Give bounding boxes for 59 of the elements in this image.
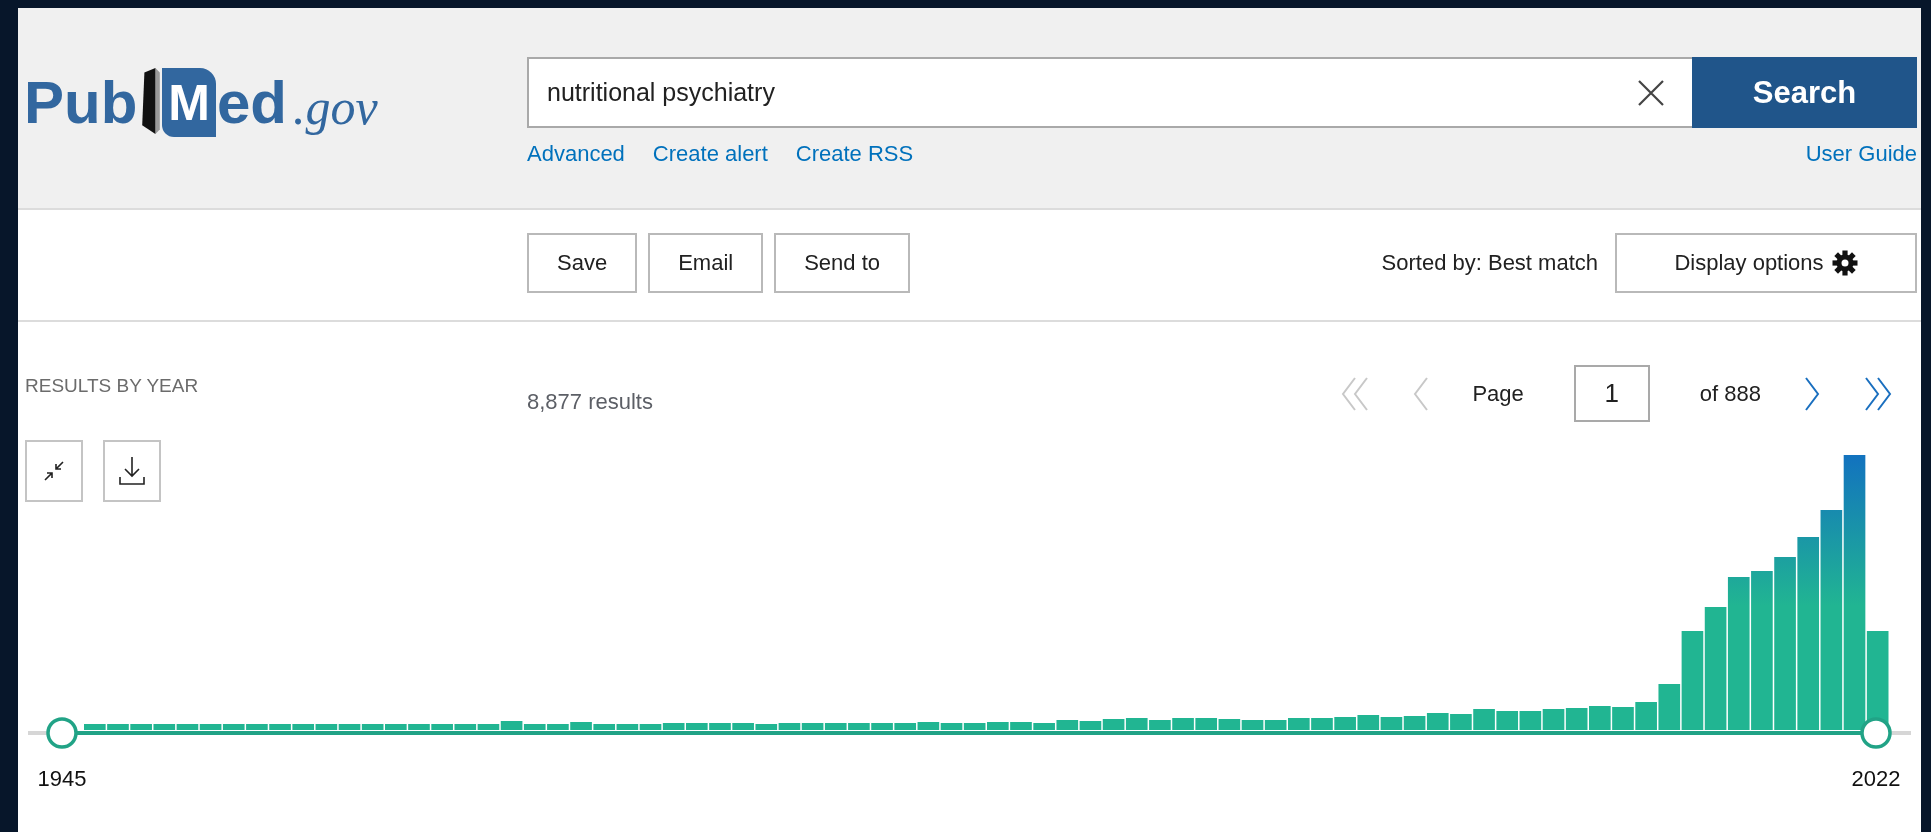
histogram-bar [1264,720,1287,730]
year-label: 2022 [1851,766,1901,791]
page-number-field[interactable]: 1 [1573,365,1650,422]
search-link[interactable]: Advanced [527,141,625,167]
year-label: 1945 [37,766,87,791]
histogram-bar [1357,715,1380,730]
histogram-bar [1496,711,1519,730]
slider-handle[interactable] [46,717,78,749]
histogram-bar [1172,718,1194,730]
double-chevron-right-icon [1863,375,1893,412]
histogram-bar [1218,719,1241,730]
collapse-arrows-icon [43,460,65,482]
close-icon [1636,77,1666,108]
histogram-bar [1450,714,1472,730]
histogram-bar [1288,718,1310,730]
histogram-bar [1426,713,1449,730]
search-field[interactable]: nutritional psychiatry [527,57,1610,128]
action-button[interactable]: Save [527,233,638,293]
results-count: 8,877 results [527,388,653,415]
collapse-button[interactable] [25,440,83,502]
histogram-bar [1149,720,1171,730]
sort-label: Sorted by: Best match [1381,249,1598,277]
download-icon [118,456,146,486]
user-guide-link[interactable]: User Guide [1805,141,1917,167]
action-button[interactable]: Email [648,233,764,293]
histogram-bar [1565,708,1588,730]
histogram-bar [1195,718,1218,730]
histogram-bar [1542,709,1565,730]
histogram-bar [1102,719,1125,730]
histogram-bar [1056,720,1079,730]
histogram-bar [1589,706,1611,730]
histogram-bar [1079,721,1102,730]
histogram-bar [1241,720,1264,730]
histogram-bar [1125,718,1148,730]
action-button[interactable]: Send to [774,233,910,293]
clear-button[interactable] [1610,57,1692,128]
histogram-bar [1334,717,1356,730]
search-button[interactable]: Search [1692,57,1917,128]
double-chevron-left-icon [1340,375,1371,412]
chevron-right-icon [1803,375,1821,412]
histogram-bar [1380,717,1403,730]
gear-icon [1831,250,1858,276]
chevron-left-icon [1412,375,1431,412]
histogram-bar [1311,718,1333,730]
next-page-button[interactable] [1803,375,1821,412]
section-title: RESULTS BY YEAR [25,374,200,398]
histogram-bar [1612,707,1634,730]
download-button[interactable] [103,440,161,502]
histogram-bar [1403,716,1426,730]
histogram-bar [1473,709,1495,730]
pubmed-logo[interactable]: Pub M ed.gov [24,61,378,145]
page-label: Page [1472,380,1524,407]
histogram-bar [1519,711,1542,730]
search-link[interactable]: Create RSS [795,141,914,167]
last-page-button[interactable] [1863,375,1893,412]
search-link[interactable]: Create alert [652,141,768,167]
display-options-button[interactable]: Display options [1615,233,1917,293]
page-total: of 888 [1699,380,1761,407]
slider-handle[interactable] [1860,717,1892,749]
